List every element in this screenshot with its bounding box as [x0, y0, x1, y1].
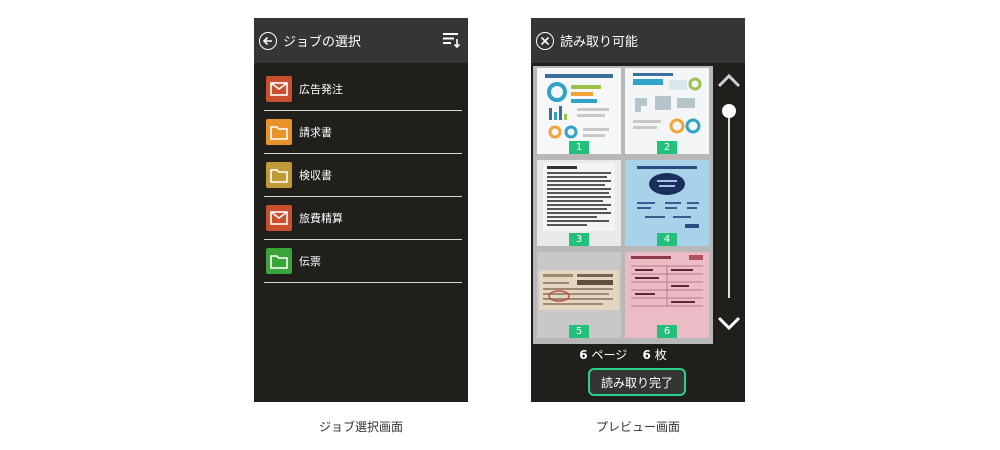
- job-item-slip[interactable]: 伝票: [264, 240, 462, 283]
- job-label: 旅費精算: [299, 212, 343, 225]
- back-arrow-icon[interactable]: [259, 31, 277, 50]
- sheet-count-unit: 枚: [654, 348, 667, 362]
- page-thumbnail[interactable]: 6: [625, 252, 709, 338]
- page-thumbnail[interactable]: 1: [537, 68, 621, 154]
- preview-screen: 読み取り可能 1 2 3 4 5 6 6 ページ 6 枚 読み取り完了: [531, 18, 745, 402]
- job-item-acceptance[interactable]: 検収書: [264, 154, 462, 197]
- page-thumbnail[interactable]: 4: [625, 160, 709, 246]
- page-number: 6: [657, 325, 677, 338]
- page-thumbnail[interactable]: 2: [625, 68, 709, 154]
- scan-complete-button[interactable]: 読み取り完了: [588, 368, 686, 396]
- job-label: 検収書: [299, 169, 332, 182]
- page-title: ジョブの選択: [283, 35, 362, 50]
- job-item-ad-order[interactable]: 広告発注: [264, 68, 462, 111]
- page-thumbnail[interactable]: 5: [537, 252, 621, 338]
- scrollbar-track[interactable]: [728, 110, 730, 298]
- page-number: 4: [657, 233, 677, 246]
- page-number: 5: [569, 325, 589, 338]
- page-thumbnail[interactable]: 3: [537, 160, 621, 246]
- chevron-down-icon[interactable]: [716, 314, 742, 336]
- page-number: 2: [657, 141, 677, 154]
- job-item-travel-expense[interactable]: 旅費精算: [264, 197, 462, 240]
- job-item-invoice[interactable]: 請求書: [264, 111, 462, 154]
- job-label: 請求書: [299, 126, 332, 139]
- folder-icon: [266, 119, 292, 145]
- sheet-count-number: 6: [642, 348, 651, 362]
- page-number: 3: [569, 233, 589, 246]
- job-label: 広告発注: [299, 83, 343, 96]
- page-count-number: 6: [579, 348, 588, 362]
- page-count-unit: ページ: [591, 348, 628, 362]
- job-screen-caption: ジョブ選択画面: [318, 420, 403, 434]
- sort-menu-icon[interactable]: [442, 31, 461, 53]
- page-title: 読み取り可能: [560, 35, 639, 50]
- close-icon[interactable]: [536, 31, 554, 50]
- folder-icon: [266, 162, 292, 188]
- job-list: 広告発注 請求書 検収書 旅費精算 伝票: [264, 68, 462, 283]
- mail-icon: [266, 76, 292, 102]
- preview-header: 読み取り可能: [531, 18, 745, 63]
- job-label: 伝票: [299, 255, 321, 268]
- job-header: ジョブの選択: [254, 18, 468, 63]
- chevron-up-icon[interactable]: [716, 72, 742, 94]
- page-number: 1: [569, 141, 589, 154]
- thumbnail-grid: 1 2 3 4 5 6: [533, 66, 713, 344]
- page-sheet-count: 6 ページ 6 枚: [533, 346, 713, 363]
- mail-icon: [266, 205, 292, 231]
- scrollbar-thumb[interactable]: [722, 104, 736, 118]
- folder-icon: [266, 248, 292, 274]
- job-selection-screen: ジョブの選択 広告発注 請求書 検収書 旅費精算 伝票: [254, 18, 468, 402]
- preview-screen-caption: プレビュー画面: [595, 420, 680, 434]
